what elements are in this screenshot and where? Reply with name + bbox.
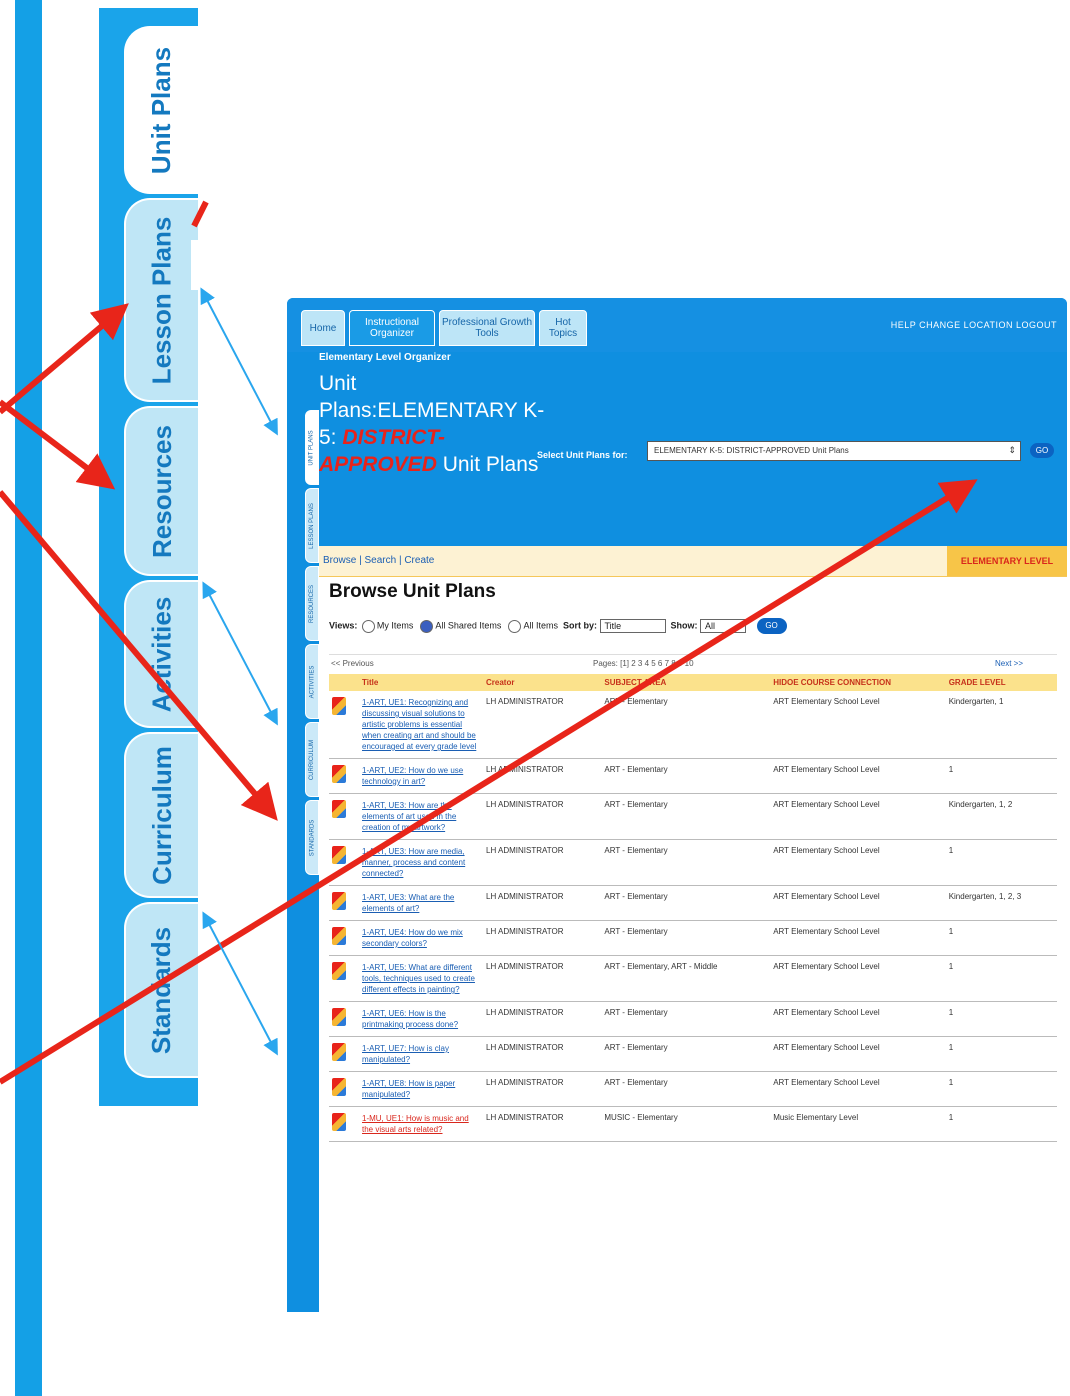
- red-arrow-lesson-plans: [0, 303, 129, 415]
- red-arrow-resources: [0, 399, 116, 490]
- blue-arrow-top: [200, 287, 278, 436]
- annotation-overlay: [0, 200, 978, 1085]
- blue-arrow-middle: [202, 581, 278, 726]
- blue-arrow-bottom: [202, 911, 278, 1056]
- red-arrow-curriculum: [0, 490, 278, 821]
- red-arrow-select: [0, 479, 978, 1085]
- red-arrow-stub: [191, 200, 209, 228]
